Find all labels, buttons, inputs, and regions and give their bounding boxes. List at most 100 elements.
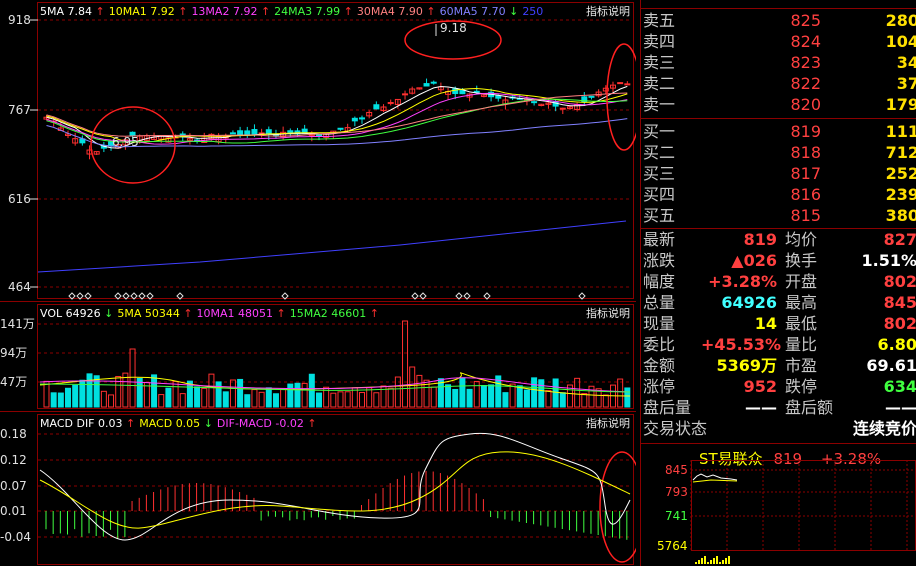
stat-row: 委比 +45.53% 量比 6.80 xyxy=(641,335,916,355)
volume-bar xyxy=(445,384,452,408)
order-row[interactable]: 买四 816 239 xyxy=(641,184,916,205)
order-row[interactable]: 卖三 823 34 xyxy=(641,52,916,73)
macd-legend: MACD DIF 0.03 ↑ MACD 0.05 ↓ DIF-MACD -0.02… xyxy=(40,417,636,431)
stat-label: 开盘 xyxy=(785,272,818,291)
order-volume: 37 xyxy=(896,74,916,93)
volume-bar xyxy=(480,385,487,408)
order-row[interactable]: 卖五 825 280 xyxy=(641,10,916,31)
mini-vol-bar xyxy=(713,558,715,564)
candle-body xyxy=(229,132,236,135)
order-label: 买二 xyxy=(643,143,676,162)
stat-value: 64926 xyxy=(721,293,777,312)
volume-bar xyxy=(409,366,416,408)
volume-y-tick: 141万 xyxy=(0,317,35,331)
legend-item: 5MA 50344 ↑ xyxy=(117,307,193,320)
macd-explain-button[interactable]: 指标说明 xyxy=(584,417,632,431)
candle-body xyxy=(559,107,566,110)
legend-arrow: ↑ xyxy=(260,5,271,18)
volume-bar xyxy=(129,348,136,408)
volume-bar xyxy=(617,378,624,408)
legend-arrow: ↑ xyxy=(126,417,136,430)
candle-body xyxy=(315,133,322,137)
price-explain-button[interactable]: 指标说明 xyxy=(584,5,632,19)
volume-bar xyxy=(509,383,516,408)
volume-bar xyxy=(531,377,538,408)
order-price: 816 xyxy=(790,185,821,204)
candle-body xyxy=(588,95,595,98)
volume-bar xyxy=(201,387,208,408)
volume-bar xyxy=(387,387,394,408)
order-row[interactable]: 买一 819 111 xyxy=(641,121,916,142)
order-volume: 179 xyxy=(885,95,916,114)
volume-y-tick: 94万 xyxy=(0,346,27,360)
volume-explain-button[interactable]: 指标说明 xyxy=(584,307,632,321)
price-y-tick: 767 xyxy=(8,103,31,117)
legend-item: 5MA 7.84 ↑ xyxy=(40,5,105,18)
stat-row: 总量 64926 最高 845 xyxy=(641,293,916,313)
mini-frame xyxy=(691,460,916,551)
order-row[interactable]: 买三 817 252 xyxy=(641,163,916,184)
mini-vol-bar xyxy=(719,562,721,564)
legend-item: 60MA5 7.70 ↓ xyxy=(439,5,519,18)
volume-bar xyxy=(265,387,272,408)
order-row[interactable]: 买二 818 712 xyxy=(641,142,916,163)
volume-legend-items: VOL 64926 ↓ 5MA 50344 ↑ 10MA1 48051 ↑ 15MA2… xyxy=(40,307,383,320)
stat-label: 幅度 xyxy=(643,272,676,291)
mini-vol-bar xyxy=(695,562,697,564)
volume-bar xyxy=(251,389,258,408)
candle-body xyxy=(430,81,437,84)
mini-chart[interactable]: ST易联众 819 +3.28% 845 793 741 5764 xyxy=(641,446,916,566)
volume-bar xyxy=(215,381,222,408)
volume-bar xyxy=(122,372,129,408)
ma-line xyxy=(46,92,628,137)
volume-bar xyxy=(366,387,373,408)
mini-vol-tick: 5764 xyxy=(657,539,688,553)
order-price: 822 xyxy=(790,74,821,93)
volume-bar xyxy=(559,392,566,408)
volume-bar xyxy=(373,392,380,408)
order-label: 卖二 xyxy=(643,74,676,93)
stat-label: 现量 xyxy=(643,314,676,333)
order-volume: 280 xyxy=(885,11,916,30)
order-row[interactable]: 卖一 820 179 xyxy=(641,94,916,115)
candle-body xyxy=(624,83,631,86)
legend-item: DIF-MACD -0.02 ↑ xyxy=(216,417,317,430)
macd-y-tick: 0.12 xyxy=(0,453,27,467)
stat-label: 跌停 xyxy=(785,377,818,396)
order-volume: 111 xyxy=(885,122,916,141)
volume-bar xyxy=(194,386,201,408)
legend-arrow: ↓ xyxy=(509,5,519,18)
order-row[interactable]: 卖四 824 104 xyxy=(641,31,916,52)
order-price: 823 xyxy=(790,53,821,72)
order-row[interactable]: 买五 815 380 xyxy=(641,205,916,226)
order-price: 819 xyxy=(790,122,821,141)
legend-item: 24MA3 7.99 ↑ xyxy=(274,5,353,18)
order-price: 815 xyxy=(790,206,821,225)
order-row[interactable]: 卖二 822 37 xyxy=(641,73,916,94)
stat-label: 最低 xyxy=(785,314,818,333)
stat-row: 最新 819 均价 827 xyxy=(641,230,916,250)
macd-y-tick: 0.07 xyxy=(0,479,27,493)
legend-arrow: ↑ xyxy=(426,5,436,18)
legend-arrow: ↓ xyxy=(203,417,213,430)
legend-item: 250 xyxy=(522,5,544,18)
charts-svg[interactable]: 918 767 616 464 141万 94万 47万 0.18 0.12 0.07 0.01 -0… xyxy=(0,0,636,566)
volume-bar xyxy=(208,373,215,408)
macd-y-tick: 0.18 xyxy=(0,427,27,441)
stat-value: ▲026 xyxy=(731,251,777,270)
stat-value: 952 xyxy=(743,377,777,396)
stat-value: +45.53% xyxy=(701,335,782,354)
volume-legend: VOL 64926 ↓ 5MA 50344 ↑ 10MA1 48051 ↑ 15MA2… xyxy=(40,307,636,321)
stat-value: +3.28% xyxy=(708,272,777,291)
order-divider xyxy=(641,118,916,119)
legend-arrow: ↑ xyxy=(276,307,286,320)
chart-area[interactable]: 918 767 616 464 141万 94万 47万 0.18 0.12 0.07 0.01 -0… xyxy=(0,0,636,566)
mini-avg-line xyxy=(692,479,738,483)
volume-bar xyxy=(172,380,179,408)
volume-bar xyxy=(165,387,172,408)
volume-bar xyxy=(624,387,631,408)
volume-bar xyxy=(430,386,437,408)
volume-bar xyxy=(452,388,459,408)
mini-price-line xyxy=(692,473,738,481)
volume-bar xyxy=(158,394,165,408)
